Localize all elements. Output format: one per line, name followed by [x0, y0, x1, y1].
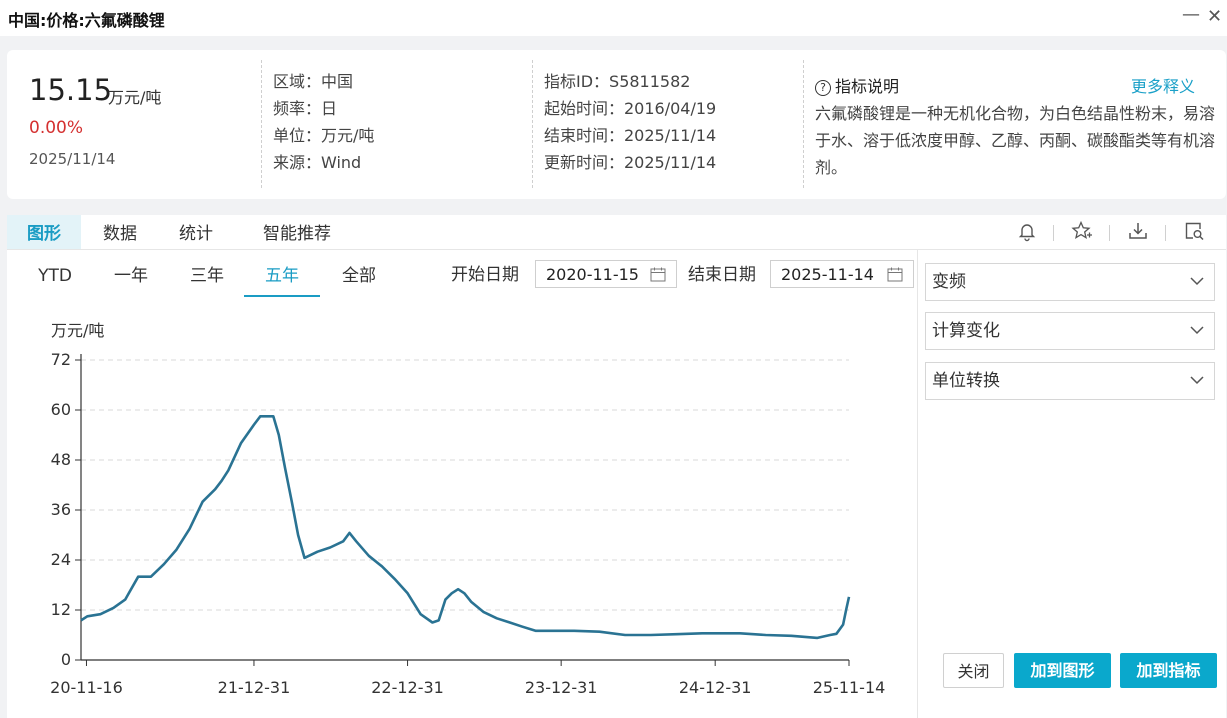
- description-text: 六氟磷酸锂是一种无机化合物，为白色结晶性粉末，易溶于水、溶于低浓度甲醇、乙醇、丙…: [815, 104, 1216, 177]
- minimize-icon[interactable]: —: [1182, 4, 1200, 25]
- x-tick-label: 22-12-31: [371, 678, 444, 697]
- meta-unit: 单位：万元/吨: [273, 126, 375, 145]
- add-to-chart-button[interactable]: 加到图形: [1014, 653, 1111, 688]
- chevron-down-icon: [1190, 376, 1204, 385]
- y-tick-label: 0: [61, 650, 71, 669]
- x-tick-label: 21-12-31: [218, 678, 291, 697]
- indicator-summary-card: 15.15 万元/吨 0.00% 2025/11/14 区域：中国 频率：日 单…: [7, 50, 1226, 199]
- add-to-indicator-button[interactable]: 加到指标: [1120, 653, 1217, 688]
- y-tick-label: 24: [51, 550, 71, 569]
- frequency-select-label: 变频: [932, 272, 966, 292]
- range-1y[interactable]: 一年: [101, 263, 161, 295]
- main-panel: 图形 数据 统计 智能推荐 YTD 一年 三年 五年 全部 开始日期 2020-…: [7, 215, 1226, 718]
- price-line-chart: 万元/吨 0 12 24 36 48 60 72 20-11-16 21-12-31 22-12-3…: [50, 321, 886, 697]
- y-tick-label: 48: [51, 450, 71, 469]
- start-date-label: 开始日期: [451, 265, 519, 285]
- range-ytd[interactable]: YTD: [27, 263, 83, 295]
- more-definition-link[interactable]: 更多释义: [1131, 73, 1195, 97]
- calendar-icon[interactable]: [650, 267, 666, 282]
- title-bar: 中国:价格:六氟磷酸锂 — ✕: [0, 0, 1227, 36]
- start-date-value: 2020-11-15: [546, 265, 639, 284]
- y-tick-label: 12: [51, 600, 71, 619]
- close-button[interactable]: 关闭: [943, 653, 1004, 688]
- tab-statistics[interactable]: 统计: [163, 215, 229, 249]
- chevron-down-icon: [1190, 326, 1204, 335]
- y-tick-label: 36: [51, 500, 71, 519]
- unit-conversion-select[interactable]: 单位转换: [925, 362, 1215, 400]
- meta-source: 来源：Wind: [273, 153, 362, 172]
- end-date-value: 2025-11-14: [781, 265, 874, 284]
- meta-update-time: 更新时间：2025/11/14: [544, 153, 717, 172]
- meta-start-time: 起始时间：2016/04/19: [544, 99, 717, 118]
- meta-column-ids: 指标ID：S5811582 起始时间：2016/04/19 结束时间：2025/…: [544, 72, 716, 180]
- y-tick-label: 60: [51, 400, 71, 419]
- meta-end-time: 结束时间：2025/11/14: [544, 126, 717, 145]
- calculation-select-label: 计算变化: [932, 321, 1000, 341]
- divider: [1109, 225, 1110, 241]
- close-icon[interactable]: ✕: [1207, 6, 1222, 27]
- y-axis-label: 万元/吨: [51, 321, 104, 340]
- unit-conversion-select-label: 单位转换: [932, 371, 1000, 391]
- divider: [1053, 225, 1054, 241]
- range-5y[interactable]: 五年: [244, 263, 320, 297]
- tab-smart-recommend[interactable]: 智能推荐: [247, 215, 347, 249]
- description-heading: ? 指标说明: [815, 73, 899, 97]
- calculation-select[interactable]: 计算变化: [925, 312, 1215, 350]
- download-icon[interactable]: [1127, 220, 1149, 242]
- x-tick-label: 24-12-31: [679, 678, 752, 697]
- latest-date: 2025/11/14: [29, 150, 116, 168]
- latest-value: 15.15: [29, 73, 113, 107]
- star-add-icon[interactable]: [1071, 220, 1093, 242]
- description-heading-text: 指标说明: [835, 77, 900, 96]
- range-3y[interactable]: 三年: [177, 263, 237, 295]
- range-all[interactable]: 全部: [329, 263, 389, 295]
- change-percent: 0.00%: [29, 118, 84, 138]
- frequency-select[interactable]: 变频: [925, 263, 1215, 301]
- meta-indicator-id: 指标ID：S5811582: [544, 72, 691, 91]
- divider: [532, 60, 533, 188]
- help-icon: ?: [815, 80, 831, 96]
- divider: [917, 250, 918, 718]
- calendar-icon[interactable]: [887, 267, 903, 282]
- chevron-down-icon: [1190, 277, 1204, 286]
- end-date-label: 结束日期: [688, 265, 756, 285]
- divider: [261, 60, 262, 188]
- view-tabs: 图形 数据 统计 智能推荐: [7, 215, 1226, 250]
- meta-column-basic: 区域：中国 频率：日 单位：万元/吨 来源：Wind: [273, 72, 374, 180]
- y-tick-label: 72: [51, 350, 71, 369]
- x-tick-label: 23-12-31: [525, 678, 598, 697]
- divider: [1165, 225, 1166, 241]
- bell-icon[interactable]: [1016, 220, 1038, 242]
- latest-value-unit: 万元/吨: [108, 88, 162, 107]
- x-tick-label: 20-11-16: [50, 678, 123, 697]
- search-window-icon[interactable]: [1183, 220, 1205, 242]
- series-line: [80, 415, 851, 640]
- end-date-input[interactable]: 2025-11-14: [770, 260, 914, 288]
- divider: [803, 60, 804, 188]
- tab-data[interactable]: 数据: [87, 215, 153, 249]
- x-tick-label: 25-11-14: [813, 678, 886, 697]
- meta-frequency: 频率：日: [273, 99, 338, 118]
- start-date-input[interactable]: 2020-11-15: [535, 260, 677, 288]
- meta-region: 区域：中国: [273, 72, 354, 91]
- tab-chart[interactable]: 图形: [7, 215, 81, 249]
- window-title: 中国:价格:六氟磷酸锂: [8, 11, 165, 30]
